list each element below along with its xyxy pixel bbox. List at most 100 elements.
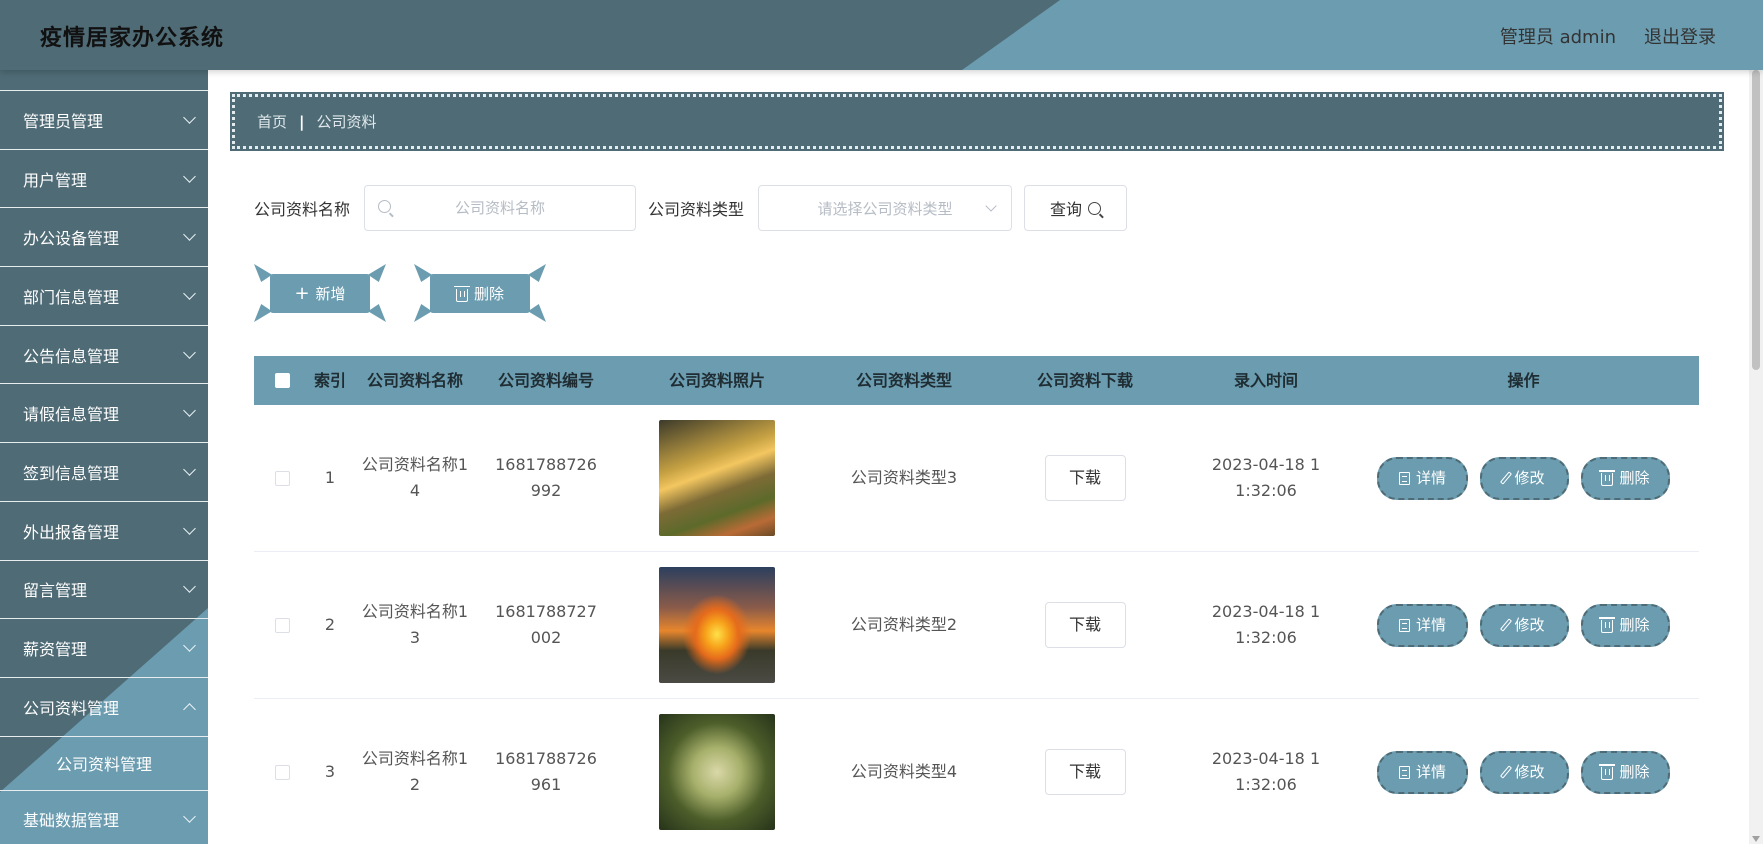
sidebar-subitem-company-docs[interactable]: 公司资料管理 <box>0 737 208 791</box>
row-code: 1681788726992 <box>495 455 597 500</box>
pencil-icon <box>1500 618 1513 632</box>
detail-button[interactable]: 详情 <box>1377 750 1468 794</box>
sidebar-item-messages[interactable]: 留言管理 <box>0 561 208 620</box>
scrollbar-thumb[interactable] <box>1752 70 1760 370</box>
row-actions: 详情 修改 删除 <box>1348 552 1699 698</box>
row-checkbox[interactable] <box>274 764 290 780</box>
row-code-cell: 1681788726961 <box>480 699 612 844</box>
breadcrumb-separator: | <box>299 112 305 131</box>
sidebar-item-label: 留言管理 <box>23 581 88 601</box>
sidebar-item-company-docs[interactable]: 公司资料管理 <box>0 678 208 737</box>
row-actions: 详情 修改 删除 <box>1348 405 1699 551</box>
breadcrumb-home[interactable]: 首页 <box>257 111 287 132</box>
detail-button-label: 详情 <box>1415 616 1446 634</box>
row-index: 3 <box>324 762 336 781</box>
row-download-cell: 下载 <box>986 405 1184 551</box>
detail-button[interactable]: 详情 <box>1377 603 1468 647</box>
scroll-down-arrow-icon[interactable] <box>1752 836 1760 842</box>
sidebar-item-department[interactable]: 部门信息管理 <box>0 267 208 326</box>
name-filter-label: 公司资料名称 <box>254 200 351 219</box>
row-delete-button-label: 删除 <box>1619 616 1650 634</box>
row-index: 2 <box>324 615 336 634</box>
chevron-up-icon <box>183 702 196 716</box>
query-button[interactable]: 查询 <box>1024 185 1128 231</box>
sidebar-item-leave[interactable]: 请假信息管理 <box>0 384 208 444</box>
document-photo[interactable] <box>659 714 775 830</box>
row-delete-button[interactable]: 删除 <box>1581 603 1670 647</box>
sidebar-item-checkin[interactable]: 签到信息管理 <box>0 443 208 502</box>
name-filter-input[interactable] <box>365 186 636 230</box>
sidebar-item-label: 外出报备管理 <box>23 522 120 542</box>
chevron-down-icon <box>985 200 997 212</box>
edit-button-label: 修改 <box>1514 469 1545 487</box>
sidebar-item-admin[interactable]: 管理员管理 <box>0 91 208 150</box>
row-code: 1681788727002 <box>495 602 597 647</box>
sidebar-item-outing[interactable]: 外出报备管理 <box>0 502 208 561</box>
row-time: 2023-04-18 11:32:06 <box>1211 749 1321 794</box>
corner-decoration <box>528 264 546 282</box>
app-title: 疫情居家办公系统 <box>40 26 225 51</box>
chevron-down-icon <box>183 110 196 124</box>
add-button[interactable]: + 新增 <box>254 262 386 324</box>
row-checkbox[interactable] <box>274 617 290 633</box>
type-filter-select[interactable]: 请选择公司资料类型 <box>758 185 1013 231</box>
trash-icon <box>453 285 470 302</box>
column-header: 公司资料下载 <box>1036 370 1133 390</box>
download-button[interactable]: 下载 <box>1044 455 1126 501</box>
chevron-down-icon <box>183 639 196 652</box>
chevron-down-icon <box>183 287 196 300</box>
edit-button[interactable]: 修改 <box>1480 750 1569 794</box>
edit-button-label: 修改 <box>1514 616 1545 634</box>
row-time-cell: 2023-04-18 11:32:06 <box>1184 699 1348 844</box>
sidebar-item-basic-data[interactable]: 基础数据管理 <box>0 791 208 844</box>
row-code-cell: 1681788726992 <box>480 405 612 551</box>
sidebar-item-label: 基础数据管理 <box>23 811 120 831</box>
row-name: 公司资料名称14 <box>361 455 469 500</box>
batch-delete-button[interactable]: 删除 <box>414 262 546 324</box>
edit-button[interactable]: 修改 <box>1480 603 1569 647</box>
sidebar-item-label: 办公设备管理 <box>23 229 120 249</box>
search-icon <box>1088 201 1102 215</box>
sidebar-item-notice[interactable]: 公告信息管理 <box>0 326 208 385</box>
row-actions: 详情 修改 删除 <box>1348 699 1699 844</box>
chevron-down-icon <box>183 463 196 476</box>
sidebar-item-users[interactable]: 用户管理 <box>0 150 208 209</box>
download-button[interactable]: 下载 <box>1044 749 1126 795</box>
detail-button[interactable]: 详情 <box>1377 456 1468 500</box>
corner-decoration <box>368 264 386 282</box>
row-name-cell: 公司资料名称12 <box>350 699 480 844</box>
corner-decoration <box>368 304 386 322</box>
corner-decoration <box>528 304 546 322</box>
page-scrollbar[interactable] <box>1749 70 1763 844</box>
chevron-down-icon <box>183 580 196 594</box>
column-header: 录入时间 <box>1233 370 1298 390</box>
sidebar-item-salary[interactable]: 薪资管理 <box>0 619 208 678</box>
row-name: 公司资料名称13 <box>361 602 469 647</box>
row-index: 1 <box>324 468 336 487</box>
document-photo[interactable] <box>659 420 775 536</box>
column-header: 索引 <box>313 370 346 390</box>
delete-button-body: 删除 <box>430 274 530 313</box>
sidebar-item-equipment[interactable]: 办公设备管理 <box>0 208 208 268</box>
current-user-label: 管理员 admin <box>1499 27 1616 48</box>
document-photo[interactable] <box>659 567 775 683</box>
query-button-label: 查询 <box>1050 200 1083 219</box>
column-header: 公司资料名称 <box>366 370 463 390</box>
download-button[interactable]: 下载 <box>1044 602 1126 648</box>
row-delete-button[interactable]: 删除 <box>1581 750 1670 794</box>
header-dark-band <box>0 0 1060 70</box>
edit-button[interactable]: 修改 <box>1480 456 1569 500</box>
type-filter-placeholder: 请选择公司资料类型 <box>817 199 953 218</box>
chevron-down-icon <box>183 521 196 535</box>
select-all-cell <box>254 356 310 405</box>
row-checkbox[interactable] <box>274 470 290 486</box>
edit-button-label: 修改 <box>1514 763 1545 781</box>
add-button-body: + 新增 <box>270 274 370 313</box>
select-all-checkbox[interactable] <box>274 373 290 388</box>
trash-icon <box>1599 617 1616 633</box>
row-delete-button[interactable]: 删除 <box>1581 456 1670 500</box>
sidebar: 管理员管理 用户管理 办公设备管理 部门信息管理 公告信息管理 请假信息管理 签… <box>0 70 208 844</box>
row-download-cell: 下载 <box>986 552 1184 698</box>
pencil-icon <box>1500 471 1513 485</box>
logout-link[interactable]: 退出登录 <box>1644 23 1716 49</box>
